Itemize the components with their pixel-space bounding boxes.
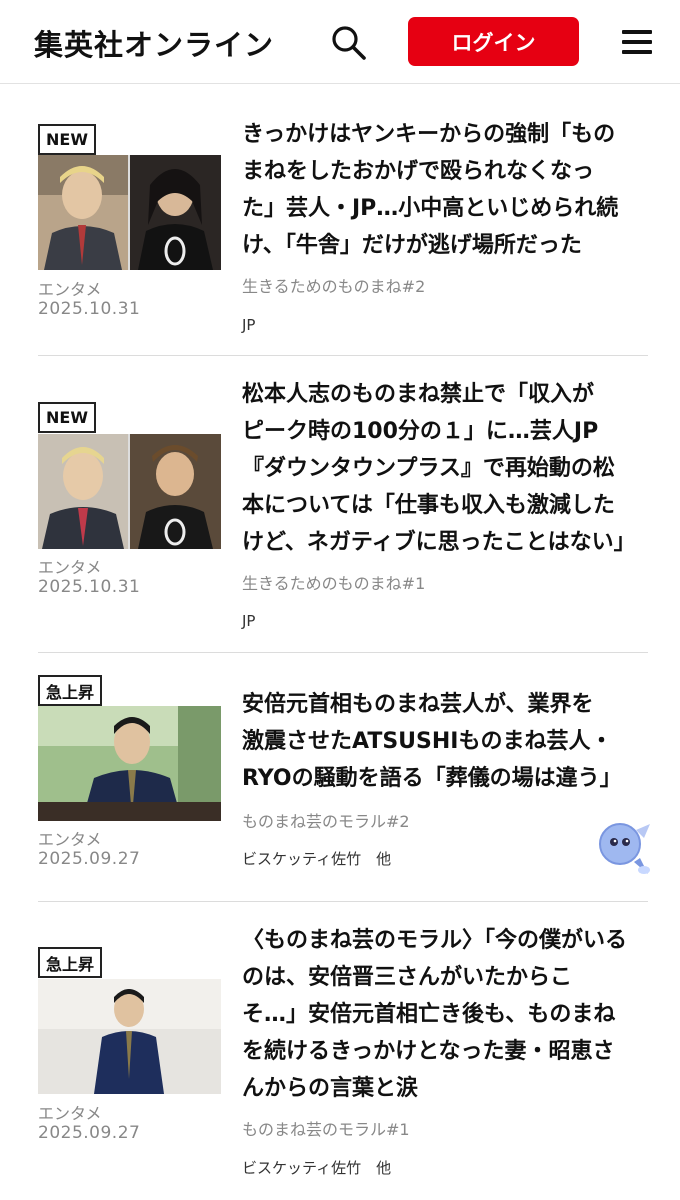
article-date: 2025.09.27 bbox=[38, 1123, 141, 1143]
thumbnail-image bbox=[38, 155, 221, 270]
article-category: エンタメ bbox=[38, 1104, 102, 1123]
new-badge: NEW bbox=[38, 124, 96, 155]
article-thumbnail[interactable] bbox=[38, 155, 221, 270]
article-author[interactable]: JP bbox=[242, 612, 255, 630]
article-category: エンタメ bbox=[38, 280, 102, 299]
site-logo[interactable]: 集英社オンライン bbox=[34, 22, 274, 64]
trending-badge: 急上昇 bbox=[38, 947, 103, 978]
article-author[interactable]: JP bbox=[242, 316, 255, 334]
login-button[interactable]: ログイン bbox=[408, 17, 579, 66]
article-series[interactable]: 生きるためのものまね#2 bbox=[242, 273, 425, 297]
article-series[interactable]: ものまね芸のモラル#2 bbox=[242, 808, 410, 832]
search-button[interactable] bbox=[330, 24, 368, 62]
article-thumbnail[interactable] bbox=[38, 979, 221, 1094]
hamburger-menu-icon[interactable] bbox=[622, 28, 654, 56]
article-date: 2025.09.27 bbox=[38, 849, 141, 869]
trending-badge: 急上昇 bbox=[38, 675, 103, 706]
article-title[interactable]: 〈ものまね芸のモラル〉「今の僕がいる のは、安倍晋三さんがいたからこ そ…」安倍… bbox=[242, 922, 648, 1107]
search-icon bbox=[332, 26, 366, 60]
article-thumbnail[interactable] bbox=[38, 706, 221, 821]
article-card[interactable]: NEW エンタメ 2025.10.31 松本人志のものまね禁止で「収入が ピーク… bbox=[38, 356, 648, 652]
article-title[interactable]: 安倍元首相ものまね芸人が、業界を 激震させたATSUSHIものまね芸人・ RYO… bbox=[242, 686, 648, 797]
thumbnail-image bbox=[38, 706, 221, 821]
article-category: エンタメ bbox=[38, 558, 102, 577]
article-author[interactable]: ビスケッティ佐竹 他 bbox=[242, 848, 391, 869]
article-card[interactable]: 急上昇 エンタメ 2025.09.27 〈ものまね芸のモラル〉「今の僕がいる の… bbox=[38, 902, 648, 1200]
mascot-icon[interactable] bbox=[596, 818, 658, 880]
article-category: エンタメ bbox=[38, 830, 102, 849]
thumbnail-image bbox=[38, 434, 221, 549]
article-series[interactable]: ものまね芸のモラル#1 bbox=[242, 1116, 410, 1140]
article-title[interactable]: 松本人志のものまね禁止で「収入が ピーク時の100分の１」に…芸人JP 『ダウン… bbox=[242, 376, 648, 561]
article-card[interactable]: 急上昇 エンタメ 2025.09.27 安倍元首相ものまね芸人が、業界を 激震さ… bbox=[38, 653, 648, 901]
site-header: 集英社オンライン ログイン bbox=[0, 0, 680, 84]
article-date: 2025.10.31 bbox=[38, 299, 141, 319]
article-thumbnail[interactable] bbox=[38, 434, 221, 549]
article-author[interactable]: ビスケッティ佐竹 他 bbox=[242, 1157, 391, 1178]
new-badge: NEW bbox=[38, 402, 96, 433]
article-card[interactable]: NEW エンタメ 2025.10.31 きっかけはヤンキーからの強制「もの まね… bbox=[38, 100, 648, 355]
article-title[interactable]: きっかけはヤンキーからの強制「もの まねをしたおかげで殴られなくなっ た」芸人・… bbox=[242, 116, 648, 264]
article-series[interactable]: 生きるためのものまね#1 bbox=[242, 570, 425, 594]
thumbnail-image bbox=[38, 979, 221, 1094]
mascot-graphic bbox=[599, 823, 650, 874]
article-date: 2025.10.31 bbox=[38, 577, 141, 597]
